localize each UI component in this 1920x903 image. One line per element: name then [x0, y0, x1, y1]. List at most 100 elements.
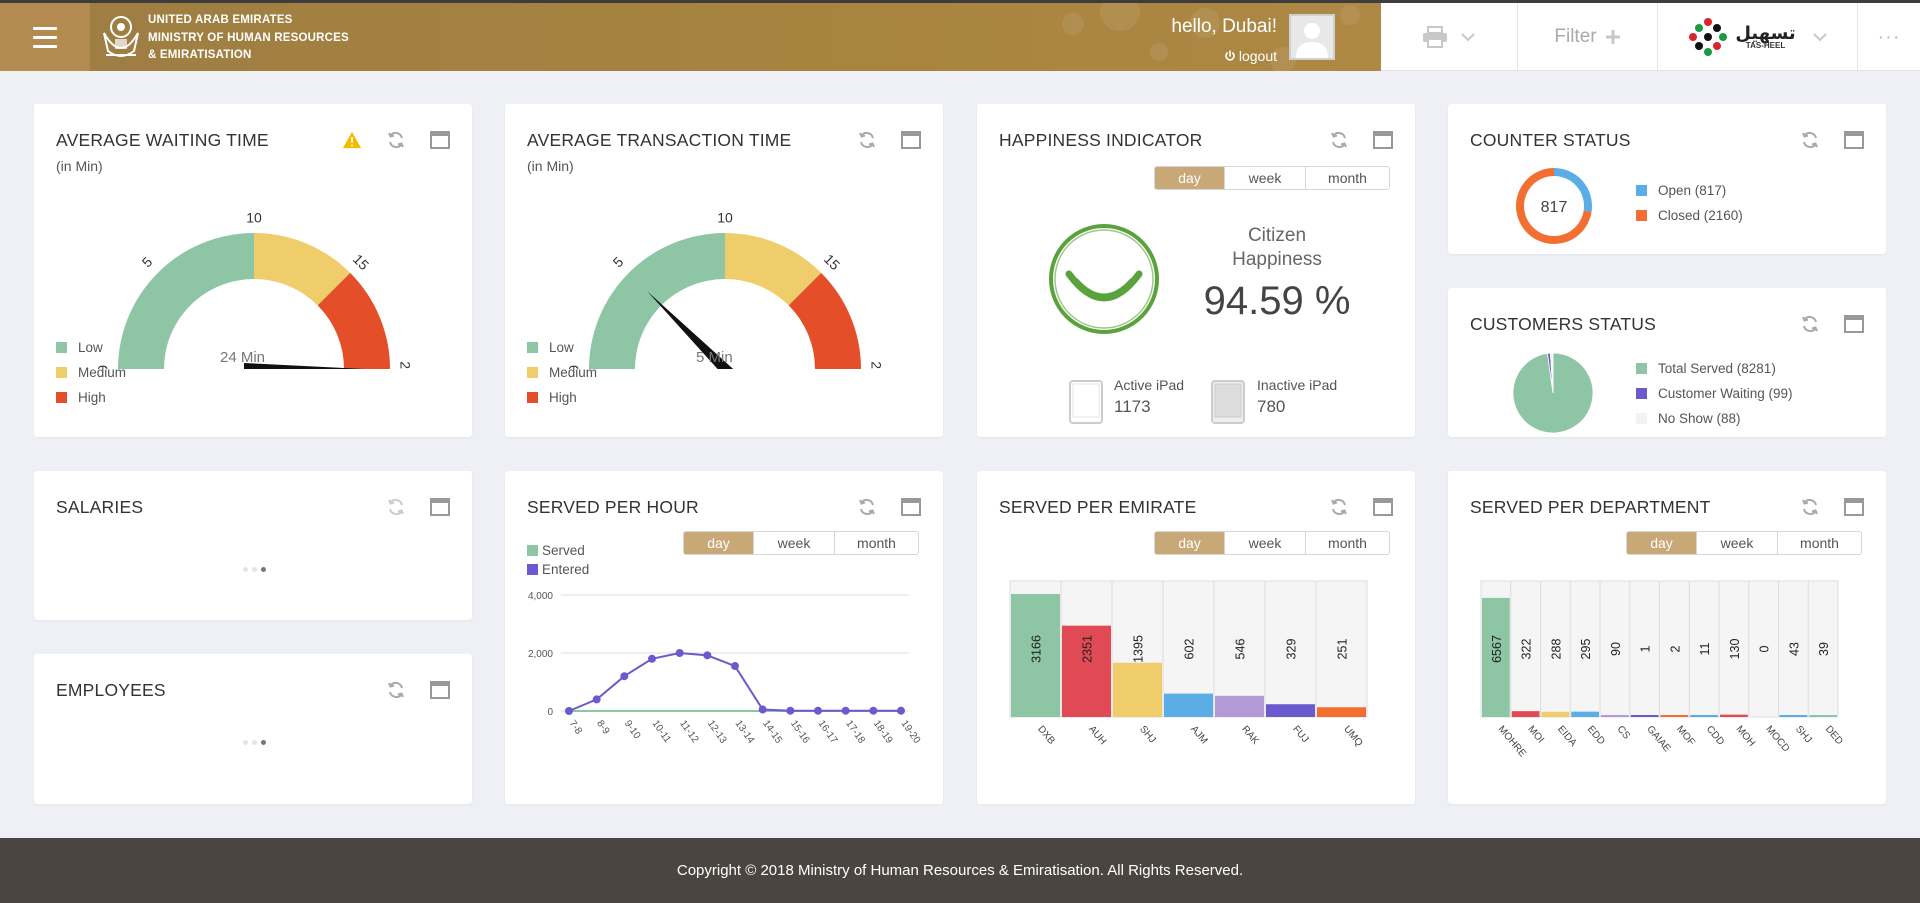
gauge-value: 5 Min: [696, 349, 733, 366]
bar-value-label: 130: [1728, 639, 1742, 660]
maximize-icon[interactable]: [430, 130, 450, 150]
bar: [1571, 711, 1599, 717]
maximize-icon[interactable]: [1844, 497, 1864, 517]
category-label: DXB: [1035, 724, 1057, 747]
period-month[interactable]: month: [834, 532, 918, 554]
entered-point: [869, 706, 878, 715]
period-month[interactable]: month: [1305, 167, 1389, 189]
bar-value-label: 329: [1285, 639, 1299, 660]
x-tick-label: 17-18: [843, 718, 867, 746]
period-week[interactable]: week: [1224, 167, 1305, 189]
x-tick-label: 10-11: [650, 718, 674, 745]
hour-legend: Served Entered: [527, 541, 589, 579]
bar-value-label: 602: [1183, 639, 1197, 660]
maximize-icon[interactable]: [1844, 314, 1864, 334]
loading-indicator: [243, 740, 266, 745]
refresh-icon[interactable]: [1800, 497, 1820, 517]
tasheel-logo-dropdown[interactable]: تسهيل TAS-HEEL: [1658, 3, 1858, 71]
bar: [1809, 715, 1837, 717]
gauge-value: 24 Min: [220, 349, 266, 366]
period-day[interactable]: day: [1155, 167, 1224, 189]
maximize-icon[interactable]: [430, 497, 450, 517]
refresh-icon[interactable]: [386, 130, 406, 150]
refresh-icon[interactable]: [857, 130, 877, 150]
menu-toggle-button[interactable]: [0, 3, 90, 71]
tasheel-arabic: تسهيل: [1735, 23, 1796, 43]
category-label: GAIAE: [1644, 724, 1672, 755]
tablet-icon: [1069, 380, 1103, 424]
category-label: MOH: [1734, 724, 1757, 749]
period-week[interactable]: week: [1224, 532, 1305, 554]
maximize-icon[interactable]: [430, 680, 450, 700]
salaries-card: SALARIES: [34, 471, 472, 620]
x-tick-label: 15-16: [788, 718, 812, 746]
logout-link[interactable]: logout: [1224, 48, 1277, 64]
bar: [1113, 662, 1162, 717]
card-title: AVERAGE TRANSACTION TIME: [527, 130, 792, 150]
maximize-icon[interactable]: [1844, 130, 1864, 150]
happiness-card: HAPPINESS INDICATOR day week month Citiz…: [977, 104, 1415, 437]
maximize-icon[interactable]: [901, 497, 921, 517]
tasheel-dots-icon: [1689, 18, 1728, 56]
category-label: SHJ: [1793, 724, 1814, 746]
period-month[interactable]: month: [1305, 532, 1389, 554]
bar: [1215, 695, 1264, 717]
bar-value-label: 2: [1668, 645, 1682, 652]
chevron-down-icon: [1461, 33, 1475, 42]
entered-point: [814, 706, 822, 715]
refresh-icon[interactable]: [1800, 314, 1820, 334]
period-day[interactable]: day: [1155, 532, 1224, 554]
maximize-icon[interactable]: [1373, 497, 1393, 517]
avg-waiting-card: AVERAGE WAITING TIME (in Min) 0 5 10 15 20 2…: [34, 104, 472, 437]
bar-value-label: 90: [1609, 642, 1623, 656]
category-label: MOHRE: [1496, 724, 1529, 760]
category-label: SHJ: [1137, 724, 1158, 746]
filter-button[interactable]: Filter: [1518, 3, 1658, 71]
bar: [1779, 715, 1808, 717]
more-button[interactable]: ···: [1858, 3, 1920, 71]
bar-value-label: 0: [1758, 645, 1772, 652]
refresh-icon[interactable]: [386, 497, 406, 517]
category-label: CS: [1615, 724, 1633, 742]
card-title: SERVED PER HOUR: [527, 497, 699, 517]
period-day[interactable]: day: [1627, 532, 1696, 554]
happiness-value: 94.59 %: [1203, 279, 1351, 323]
tasheel-logo: تسهيل TAS-HEEL: [1687, 16, 1796, 58]
x-tick-label: 14-15: [760, 718, 784, 746]
period-week[interactable]: week: [1696, 532, 1777, 554]
card-title: SERVED PER DEPARTMENT: [1470, 497, 1711, 517]
maximize-icon[interactable]: [1373, 130, 1393, 150]
user-avatar[interactable]: [1289, 14, 1335, 60]
print-dropdown[interactable]: [1381, 3, 1518, 71]
copyright: Copyright © 2018 Ministry of Human Resou…: [676, 862, 1244, 879]
happiness-label: Citizen Happiness: [1232, 225, 1322, 270]
refresh-icon[interactable]: [857, 497, 877, 517]
bar-value-label: 3166: [1030, 635, 1044, 663]
x-tick-label: 12-13: [705, 718, 729, 746]
maximize-icon[interactable]: [901, 130, 921, 150]
bar-value-label: 322: [1520, 639, 1534, 660]
category-label: MOI: [1525, 724, 1546, 746]
smiley-icon: [1049, 224, 1159, 334]
category-label: RAK: [1239, 724, 1261, 747]
period-month[interactable]: month: [1777, 532, 1861, 554]
refresh-icon[interactable]: [1329, 497, 1349, 517]
refresh-icon[interactable]: [386, 680, 406, 700]
entered-point: [786, 706, 795, 715]
served-per-hour-card: SERVED PER HOUR day week month Served En…: [505, 471, 943, 804]
gauge-tick-label: 10: [717, 210, 733, 226]
tasheel-latin: TAS-HEEL: [1745, 41, 1786, 50]
period-week[interactable]: week: [753, 532, 834, 554]
bar: [1660, 715, 1689, 717]
entered-point: [758, 705, 767, 714]
x-tick-label: 8-9: [594, 718, 612, 737]
x-tick-label: 18-19: [871, 718, 895, 746]
category-label: MOF: [1674, 724, 1697, 748]
card-title: HAPPINESS INDICATOR: [999, 130, 1203, 150]
refresh-icon[interactable]: [1329, 130, 1349, 150]
warning-icon[interactable]: [342, 130, 362, 150]
refresh-icon[interactable]: [1800, 130, 1820, 150]
card-title: COUNTER STATUS: [1470, 130, 1631, 150]
period-day[interactable]: day: [684, 532, 753, 554]
gauge-tick-label: 20: [868, 361, 884, 369]
